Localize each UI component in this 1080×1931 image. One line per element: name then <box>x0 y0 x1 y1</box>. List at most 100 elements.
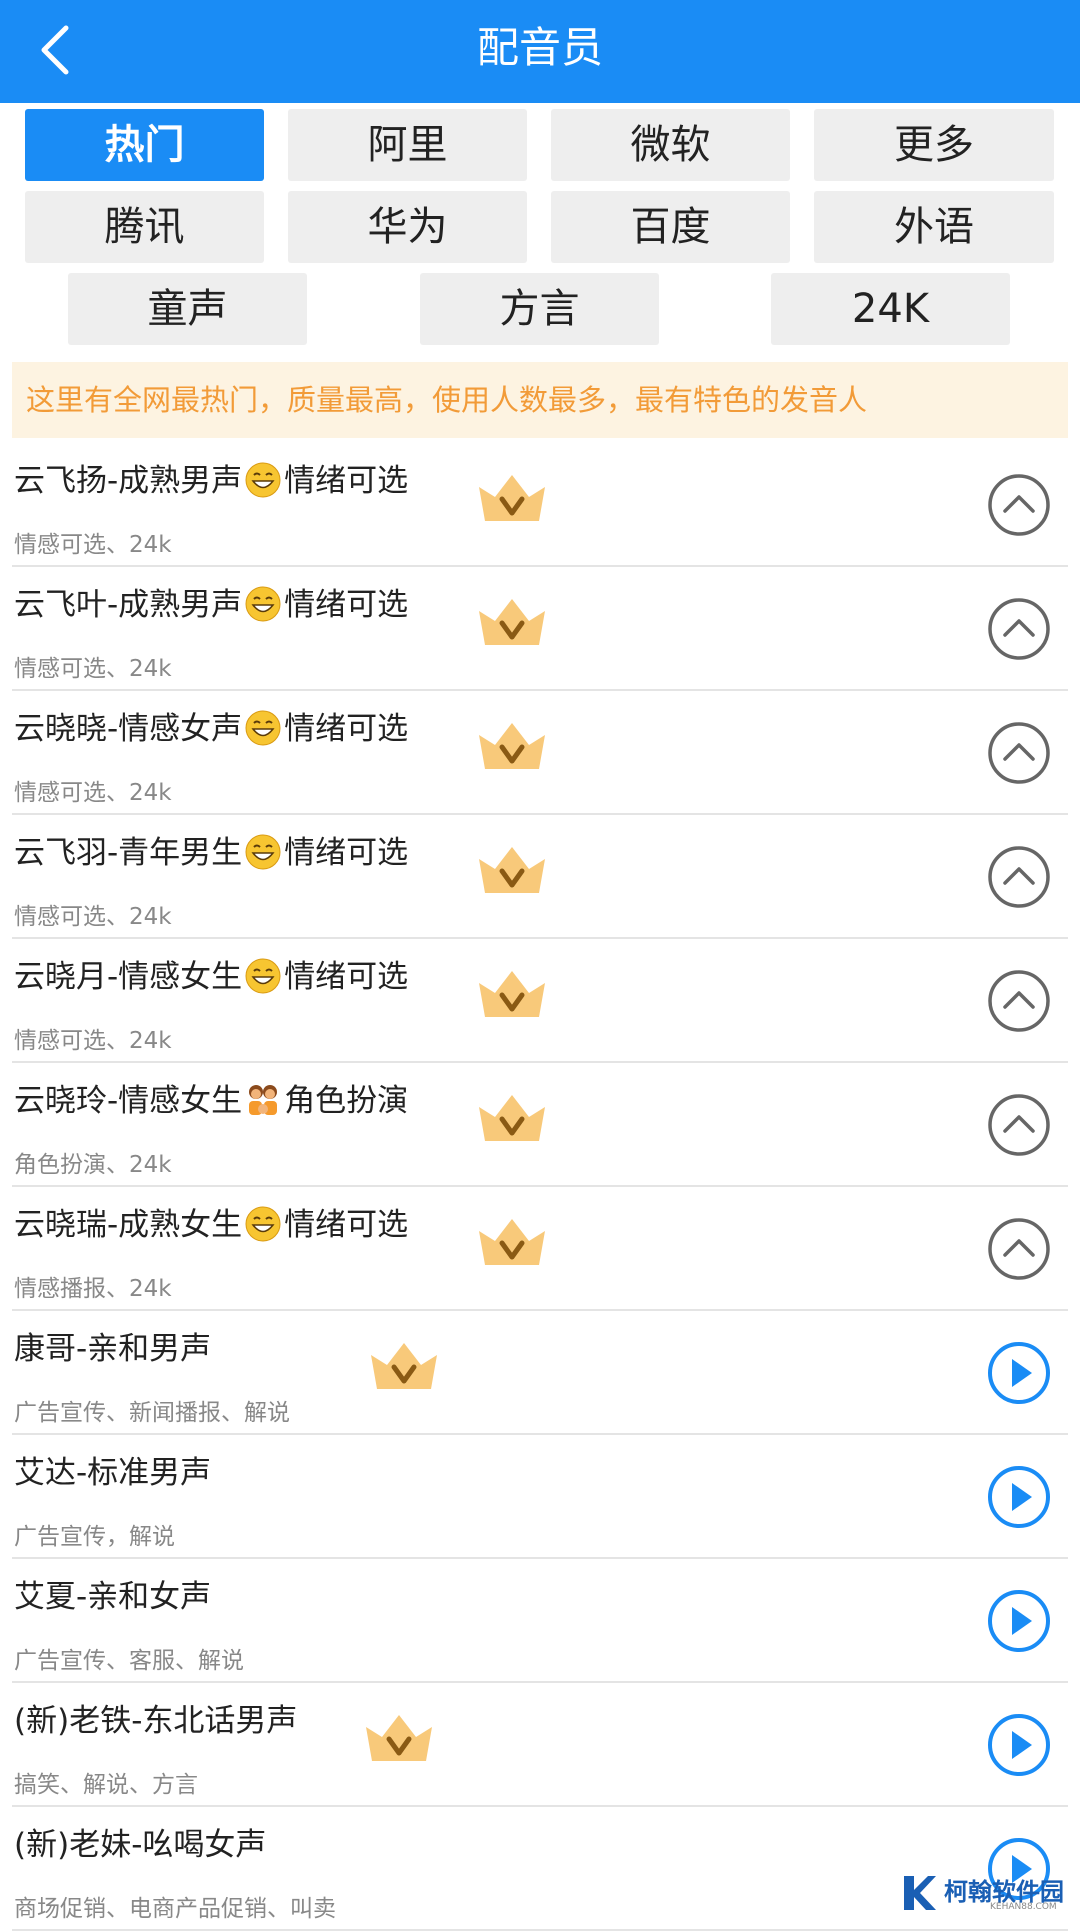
voice-name: 云飞羽-青年男生 情绪可选 <box>14 827 408 872</box>
voice-name-text: 云晓玲-情感女生 <box>14 1083 243 1119</box>
voice-name: (新)老妹-吆喝女声 <box>14 1819 266 1864</box>
voice-row[interactable]: 云飞羽-青年男生 情绪可选情感可选、24k <box>12 815 1068 939</box>
voice-feature-text: 情绪可选 <box>284 711 409 747</box>
page-title: 配音员 <box>476 23 603 72</box>
voice-tags: 角色扮演、24k <box>14 1152 172 1178</box>
vip-crown-icon <box>371 1343 437 1389</box>
grin-emoji <box>245 834 281 870</box>
vip-crown-icon <box>479 599 545 645</box>
tab-dialect[interactable]: 方言 <box>420 273 659 345</box>
vip-crown-icon <box>479 1219 545 1265</box>
voice-name-text: 康哥-亲和男声 <box>14 1331 212 1367</box>
voice-name-text: (新)老妹-吆喝女声 <box>14 1827 267 1863</box>
voice-tags: 情感播报、24k <box>14 1276 172 1302</box>
voice-name: 艾夏-亲和女声 <box>14 1571 211 1616</box>
voice-row[interactable]: 云飞扬-成熟男声 情绪可选情感可选、24k <box>12 443 1068 567</box>
collapse-chevron-icon[interactable] <box>987 845 1051 909</box>
voice-tags: 广告宣传、新闻播报、解说 <box>14 1400 290 1426</box>
vip-crown-icon <box>479 475 545 521</box>
voice-name: 云晓瑞-成熟女生 情绪可选 <box>14 1199 408 1244</box>
voice-tags: 广告宣传、客服、解说 <box>14 1648 244 1674</box>
tab-foreign[interactable]: 外语 <box>814 191 1054 263</box>
voice-row[interactable]: 云晓玲-情感女生 角色扮演角色扮演、24k <box>12 1063 1068 1187</box>
tab-huawei[interactable]: 华为 <box>288 191 527 263</box>
voice-row[interactable]: 云飞叶-成熟男声 情绪可选情感可选、24k <box>12 567 1068 691</box>
voice-list: 云飞扬-成熟男声 情绪可选 情感可选、24k 云飞叶-成熟男声 情绪可选 情感可选、24k… <box>0 443 1080 1931</box>
voice-tags: 情感可选、24k <box>14 656 172 682</box>
voice-row[interactable]: 艾夏-亲和女声广告宣传、客服、解说 <box>12 1559 1068 1683</box>
voice-name: 云晓晓-情感女声 情绪可选 <box>14 703 408 748</box>
tab-tencent[interactable]: 腾讯 <box>25 191 264 263</box>
vip-crown-icon <box>479 847 545 893</box>
voice-name-text: 云晓瑞-成熟女生 <box>14 1207 243 1243</box>
voice-tags: 搞笑、解说、方言 <box>14 1772 198 1798</box>
play-button-icon[interactable] <box>987 1465 1051 1529</box>
voice-tags: 情感可选、24k <box>14 780 172 806</box>
voice-name: 云飞叶-成熟男声 情绪可选 <box>14 579 408 624</box>
voice-feature-text: 情绪可选 <box>284 835 409 871</box>
voice-row[interactable]: (新)老铁-东北话男声搞笑、解说、方言 <box>12 1683 1068 1807</box>
watermark-subtext: KEHAN88.COM <box>990 1902 1057 1912</box>
category-tabs: 热门 阿里 微软 更多 腾讯 华为 百度 外语 童声 方言 24K <box>0 103 1080 358</box>
voice-row[interactable]: 云晓月-情感女生 情绪可选情感可选、24k <box>12 939 1068 1063</box>
tab-microsoft[interactable]: 微软 <box>551 109 790 181</box>
voice-name-text: 艾达-标准男声 <box>14 1455 212 1491</box>
voice-tags: 情感可选、24k <box>14 532 172 558</box>
tab-child-voice[interactable]: 童声 <box>68 273 307 345</box>
voice-name: (新)老铁-东北话男声 <box>14 1695 297 1740</box>
collapse-chevron-icon[interactable] <box>987 721 1051 785</box>
voice-name: 艾达-标准男声 <box>14 1447 211 1492</box>
voice-row[interactable]: 云晓晓-情感女声 情绪可选情感可选、24k <box>12 691 1068 815</box>
voice-tags: 情感可选、24k <box>14 904 172 930</box>
voice-tags: 情感可选、24k <box>14 1028 172 1054</box>
voice-tags: 广告宣传，解说 <box>14 1524 175 1550</box>
grin-emoji <box>245 1206 281 1242</box>
voice-feature-text: 情绪可选 <box>284 587 409 623</box>
voice-name-text: (新)老铁-东北话男声 <box>14 1703 298 1739</box>
voice-name: 云晓玲-情感女生 角色扮演 <box>14 1075 408 1120</box>
play-button-icon[interactable] <box>987 1713 1051 1777</box>
voice-tags: 商场促销、电商产品促销、叫卖 <box>14 1896 336 1922</box>
voice-row[interactable]: 艾达-标准男声广告宣传，解说 <box>12 1435 1068 1559</box>
vip-crown-icon <box>479 971 545 1017</box>
collapse-chevron-icon[interactable] <box>987 473 1051 537</box>
tab-ali[interactable]: 阿里 <box>288 109 527 181</box>
voice-name-text: 云飞羽-青年男生 <box>14 835 243 871</box>
voice-feature-text: 情绪可选 <box>284 463 409 499</box>
vip-crown-icon <box>479 1095 545 1141</box>
app-header: 配音员 <box>0 0 1080 103</box>
vip-crown-icon <box>479 723 545 769</box>
grin-emoji <box>245 462 281 498</box>
collapse-chevron-icon[interactable] <box>987 969 1051 1033</box>
vip-crown-icon <box>366 1715 432 1761</box>
collapse-chevron-icon[interactable] <box>987 1093 1051 1157</box>
grin-emoji <box>245 710 281 746</box>
watermark: 柯翰软件园 KEHAN88.COM <box>900 1872 1070 1914</box>
voice-name: 云飞扬-成熟男声 情绪可选 <box>14 455 408 500</box>
voice-feature-text: 情绪可选 <box>284 959 409 995</box>
tab-more[interactable]: 更多 <box>814 109 1054 181</box>
grin-emoji <box>245 958 281 994</box>
voice-name-text: 艾夏-亲和女声 <box>14 1579 212 1615</box>
family-emoji <box>249 1085 278 1115</box>
grin-emoji <box>245 586 281 622</box>
collapse-chevron-icon[interactable] <box>987 597 1051 661</box>
voice-name: 康哥-亲和男声 <box>14 1323 211 1368</box>
voice-name-text: 云飞叶-成熟男声 <box>14 587 243 623</box>
play-button-icon[interactable] <box>987 1341 1051 1405</box>
voice-row[interactable]: 康哥-亲和男声广告宣传、新闻播报、解说 <box>12 1311 1068 1435</box>
tab-hot[interactable]: 热门 <box>25 109 264 181</box>
tab-24k[interactable]: 24K <box>771 273 1010 345</box>
voice-name-text: 云晓晓-情感女声 <box>14 711 243 747</box>
voice-name: 云晓月-情感女生 情绪可选 <box>14 951 408 996</box>
tab-baidu[interactable]: 百度 <box>551 191 790 263</box>
voice-row[interactable]: 云晓瑞-成熟女生 情绪可选情感播报、24k <box>12 1187 1068 1311</box>
voice-feature-text: 情绪可选 <box>284 1207 409 1243</box>
collapse-chevron-icon[interactable] <box>987 1217 1051 1281</box>
voice-name-text: 云晓月-情感女生 <box>14 959 243 995</box>
notice-banner: 这里有全网最热门，质量最高，使用人数最多，最有特色的发音人 <box>12 362 1068 438</box>
voice-feature-text: 角色扮演 <box>284 1083 409 1119</box>
voice-name-text: 云飞扬-成熟男声 <box>14 463 243 499</box>
watermark-logo-icon <box>904 1876 936 1910</box>
play-button-icon[interactable] <box>987 1589 1051 1653</box>
